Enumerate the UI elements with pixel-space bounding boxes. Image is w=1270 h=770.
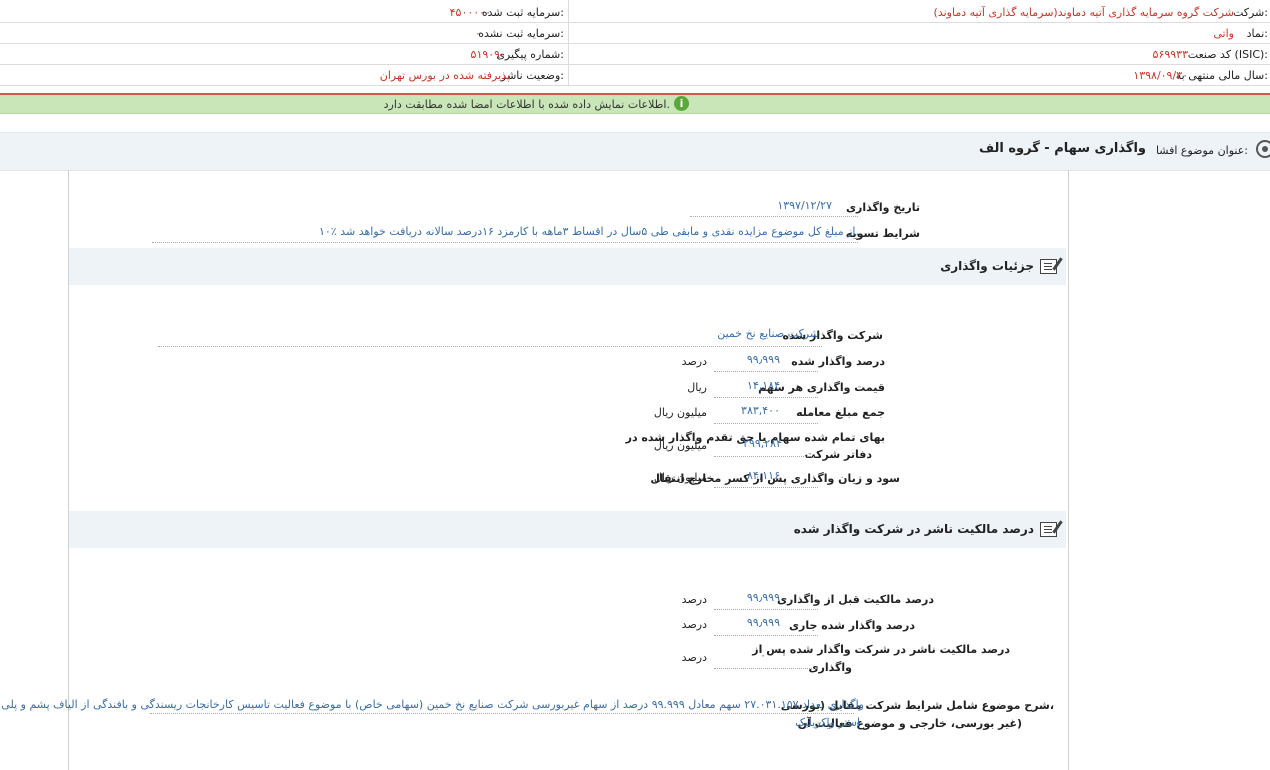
- ownership-after-unit: درصد: [681, 651, 707, 664]
- current-transferred-value: ۹۹٫۹۹۹: [746, 616, 780, 629]
- edit-form-icon: [1040, 522, 1057, 537]
- fiscal-year-label: سال مالی منتهی به:: [1175, 69, 1268, 82]
- ownership-after-label-line1: درصد مالکیت ناشر در شرکت واگذار شده پس ا…: [752, 643, 1010, 656]
- current-transferred-label: درصد واگذار شده جاری: [788, 619, 915, 632]
- description-value-line1: واگذاری تعداد ۲۷.۰۳۱.۱۵۷ سهم معادل ۹۹.۹۹…: [1, 698, 864, 711]
- symbol-value: واتی: [1213, 27, 1234, 40]
- price-per-share-unit: ریال: [687, 381, 707, 394]
- ownership-after-value: ۰: [760, 649, 766, 662]
- transfer-date-value: ۱۳۹۷/۱۲/۲۷: [777, 199, 832, 212]
- subject-title: واگذاری سهام - گروه الف: [979, 141, 1146, 156]
- registered-capital-label: سرمایه ثبت شده:: [481, 6, 564, 19]
- ownership-section-title: درصد مالکیت ناشر در شرکت واگذار شده: [793, 522, 1034, 536]
- header-row-4: [0, 65, 1270, 86]
- description-value-line2: استر واکریلیک: [795, 716, 860, 729]
- total-amount-label: جمع مبلغ معامله: [796, 406, 885, 419]
- isic-label: کد صنعت (ISIC):: [1187, 48, 1268, 61]
- book-cost-value: ۲۹۹,۲۸۴: [743, 437, 782, 450]
- transferred-percent-unit: درصد: [681, 355, 707, 368]
- edit-form-icon: [1040, 259, 1057, 274]
- price-per-share-value: ۱۴,۱۸۴: [746, 379, 780, 392]
- transfer-details-title: جزئیات واگذاری: [940, 259, 1034, 273]
- current-transferred-unit: درصد: [681, 618, 707, 631]
- total-amount-value: ۳۸۳,۴۰۰: [741, 404, 780, 417]
- header-column-divider: [568, 0, 569, 86]
- symbol-label: نماد:: [1246, 27, 1268, 40]
- profit-loss-value: ۸۴,۱۱۶: [746, 469, 780, 482]
- ownership-before-value: ۹۹٫۹۹۹: [746, 591, 780, 604]
- book-cost-unit: میلیون ریال: [653, 439, 707, 452]
- ownership-before-label: درصد مالکیت قبل از واگذاری: [776, 593, 934, 606]
- company-label: شرکت:: [1232, 6, 1268, 19]
- unregistered-capital-value: ۰: [475, 27, 481, 40]
- fiscal-year-value: ۱۳۹۸/۰۹/۳۰: [1133, 69, 1188, 82]
- company-value: شرکت گروه سرمایه گذاری آتیه دماوند(سرمای…: [933, 6, 1234, 19]
- header-row-2: [0, 23, 1270, 44]
- settlement-terms-value: ۱۰٪ از مبلغ کل موضوع مزایده نقدی و مابقی…: [318, 225, 859, 238]
- transfer-details-section-header: [69, 248, 1066, 285]
- transferred-percent-label: درصد واگذار شده: [791, 355, 885, 368]
- verification-notice-text: اطلاعات نمایش داده شده با اطلاعات امضا ش…: [383, 98, 670, 111]
- transfer-date-label: تاریخ واگذاری: [845, 201, 920, 214]
- transferred-company-value: شرکت صنایع نخ خمین: [717, 327, 819, 340]
- publisher-status-value: پذیرفته شده در بورس تهران: [379, 69, 510, 82]
- unregistered-capital-label: سرمایه ثبت نشده:: [478, 27, 564, 40]
- info-icon: i: [674, 96, 689, 111]
- ownership-before-unit: درصد: [681, 593, 707, 606]
- tracking-value: ۵۱۹۰۹۰: [470, 48, 506, 61]
- transferred-percent-value: ۹۹٫۹۹۹: [746, 353, 780, 366]
- subject-label: عنوان موضوع افشا:: [1155, 144, 1248, 157]
- book-cost-label-line2: دفاتر شرکت: [804, 448, 872, 461]
- total-amount-unit: میلیون ریال: [653, 406, 707, 419]
- header-row-3: [0, 44, 1270, 65]
- target-icon: [1256, 140, 1270, 158]
- isic-value: ۵۶۹۹۳۳: [1152, 48, 1188, 61]
- profit-loss-unit: میلیون ریال: [653, 471, 707, 484]
- registered-capital-value: ۴۵۰۰۰۰۰: [449, 6, 491, 19]
- tracking-label: شماره پیگیری:: [496, 48, 564, 61]
- publisher-status-label: وضعیت ناشر:: [501, 69, 564, 82]
